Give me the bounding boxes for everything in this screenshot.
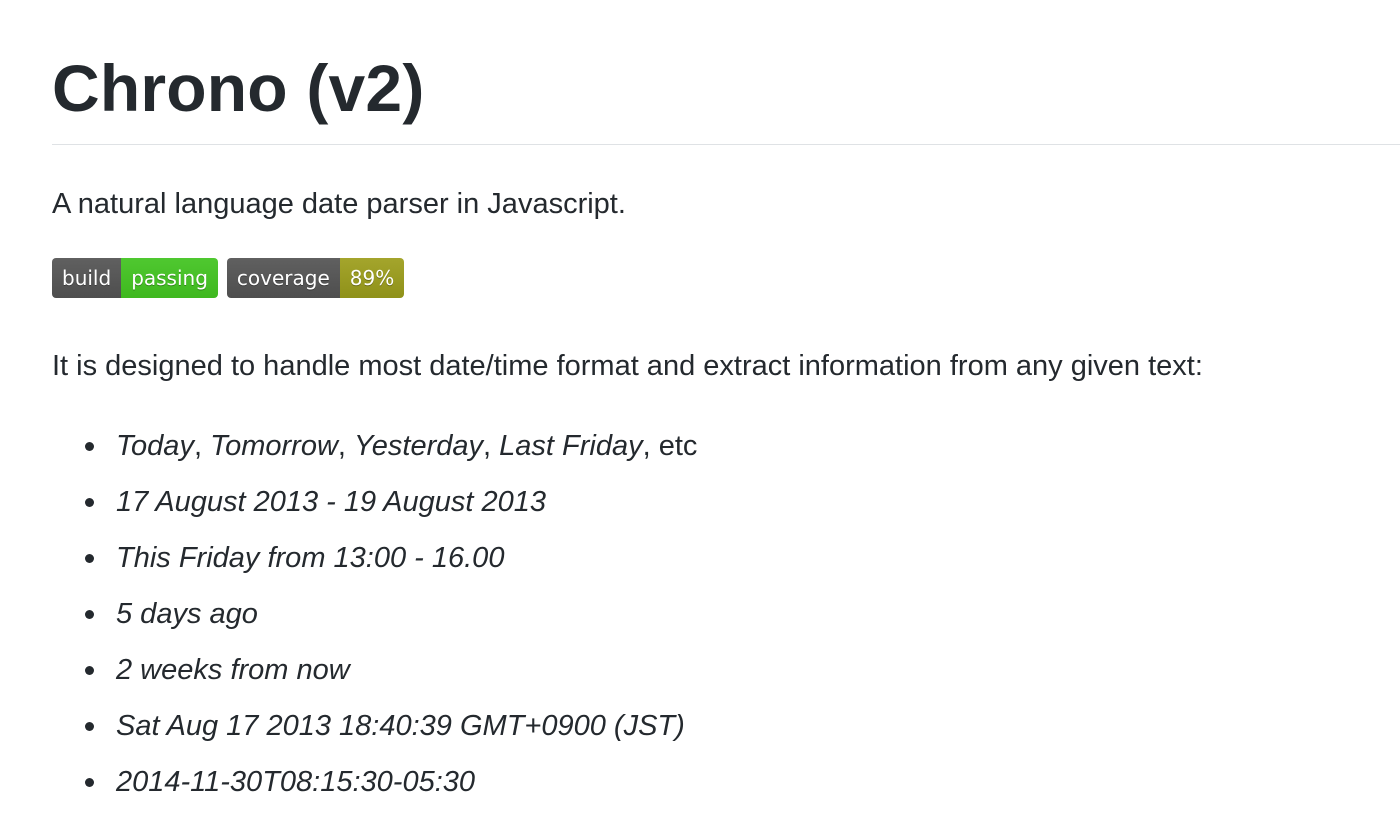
separator: , — [337, 430, 355, 462]
bullet-icon — [85, 610, 94, 619]
example-text: 5 days ago — [116, 598, 258, 630]
readme-page: Chrono (v2) A natural language date pars… — [0, 0, 1400, 836]
bullet-icon — [85, 442, 94, 451]
example-text: Sat Aug 17 2013 18:40:39 GMT+0900 (JST) — [116, 710, 685, 742]
tagline: A natural language date parser in Javasc… — [52, 188, 626, 220]
example-text: 2014-11-30T08:15:30-05:30 — [116, 766, 476, 798]
list-item: 5 days ago — [52, 592, 697, 648]
example-text: 2 weeks from now — [116, 654, 350, 686]
separator: , — [483, 430, 500, 462]
bullet-icon — [85, 498, 94, 507]
example-text: This Friday from 13:00 - 16.00 — [116, 542, 505, 574]
example-last-friday: Last Friday — [499, 430, 643, 462]
bullet-icon — [85, 666, 94, 675]
list-item: This Friday from 13:00 - 16.00 — [52, 536, 697, 592]
etc-text: , etc — [642, 430, 698, 462]
example-text: 17 August 2013 - 19 August 2013 — [116, 486, 546, 518]
build-badge[interactable]: build passing — [52, 258, 218, 298]
build-badge-status: passing — [121, 258, 218, 298]
coverage-badge-label: coverage — [226, 258, 340, 298]
build-badge-label: build — [52, 258, 122, 298]
bullet-icon — [85, 778, 94, 787]
badge-row: build passing coverage 89% — [52, 258, 405, 298]
example-yesterday: Yesterday — [354, 430, 484, 462]
list-item: 17 August 2013 - 19 August 2013 — [52, 480, 697, 536]
list-item: 2014-11-30T08:15:30-05:30 — [52, 760, 697, 816]
page-title: Chrono (v2) — [52, 51, 425, 125]
coverage-badge-status: 89% — [339, 258, 405, 298]
list-item: 2 weeks from now — [52, 648, 697, 704]
list-item: Sat Aug 17 2013 18:40:39 GMT+0900 (JST) — [52, 704, 697, 760]
example-tomorrow: Tomorrow — [210, 430, 338, 462]
separator: , — [193, 430, 211, 462]
example-today: Today — [116, 430, 194, 462]
bullet-icon — [85, 722, 94, 731]
examples-list: Today, Tomorrow, Yesterday, Last Friday,… — [52, 424, 697, 816]
title-divider — [52, 144, 1400, 145]
bullet-icon — [85, 554, 94, 563]
coverage-badge[interactable]: coverage 89% — [226, 258, 405, 298]
list-item: Today, Tomorrow, Yesterday, Last Friday,… — [52, 424, 697, 480]
intro-text: It is designed to handle most date/time … — [52, 350, 1203, 382]
